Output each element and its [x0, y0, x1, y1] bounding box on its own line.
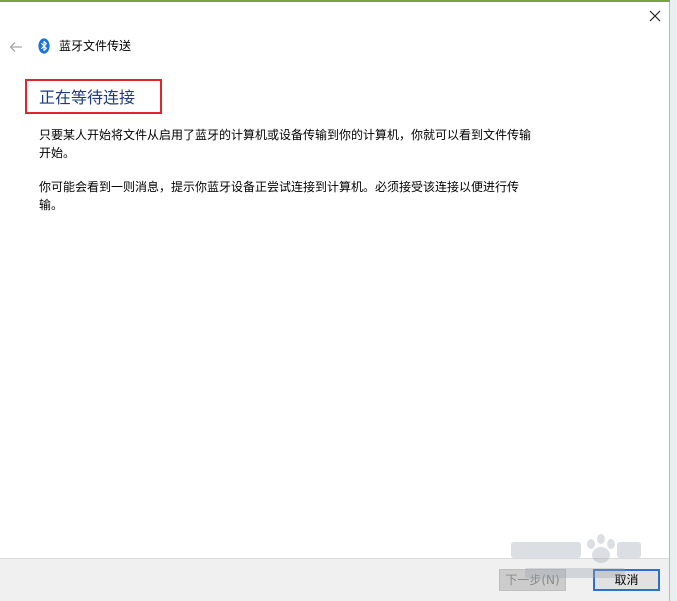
close-button[interactable]: [640, 4, 670, 28]
bluetooth-icon: [38, 38, 50, 54]
page-heading: 正在等待连接: [39, 88, 136, 107]
back-button[interactable]: [5, 37, 27, 57]
next-button: 下一步(N): [499, 569, 566, 591]
instruction-paragraph-1: 只要某人开始将文件从启用了蓝牙的计算机或设备传输到你的计算机，你就可以看到文件传…: [39, 128, 532, 160]
back-arrow-icon: [9, 42, 22, 52]
dialog-footer: [0, 558, 669, 601]
instruction-paragraph-2: 你可能会看到一则消息，提示你蓝牙设备正尝试连接到计算机。必须接受该连接以便进行传…: [39, 180, 520, 212]
window-title: 蓝牙文件传送: [59, 39, 132, 53]
background-strip-right: [670, 0, 677, 601]
close-icon: [649, 10, 661, 22]
cancel-button[interactable]: 取消: [593, 569, 660, 591]
